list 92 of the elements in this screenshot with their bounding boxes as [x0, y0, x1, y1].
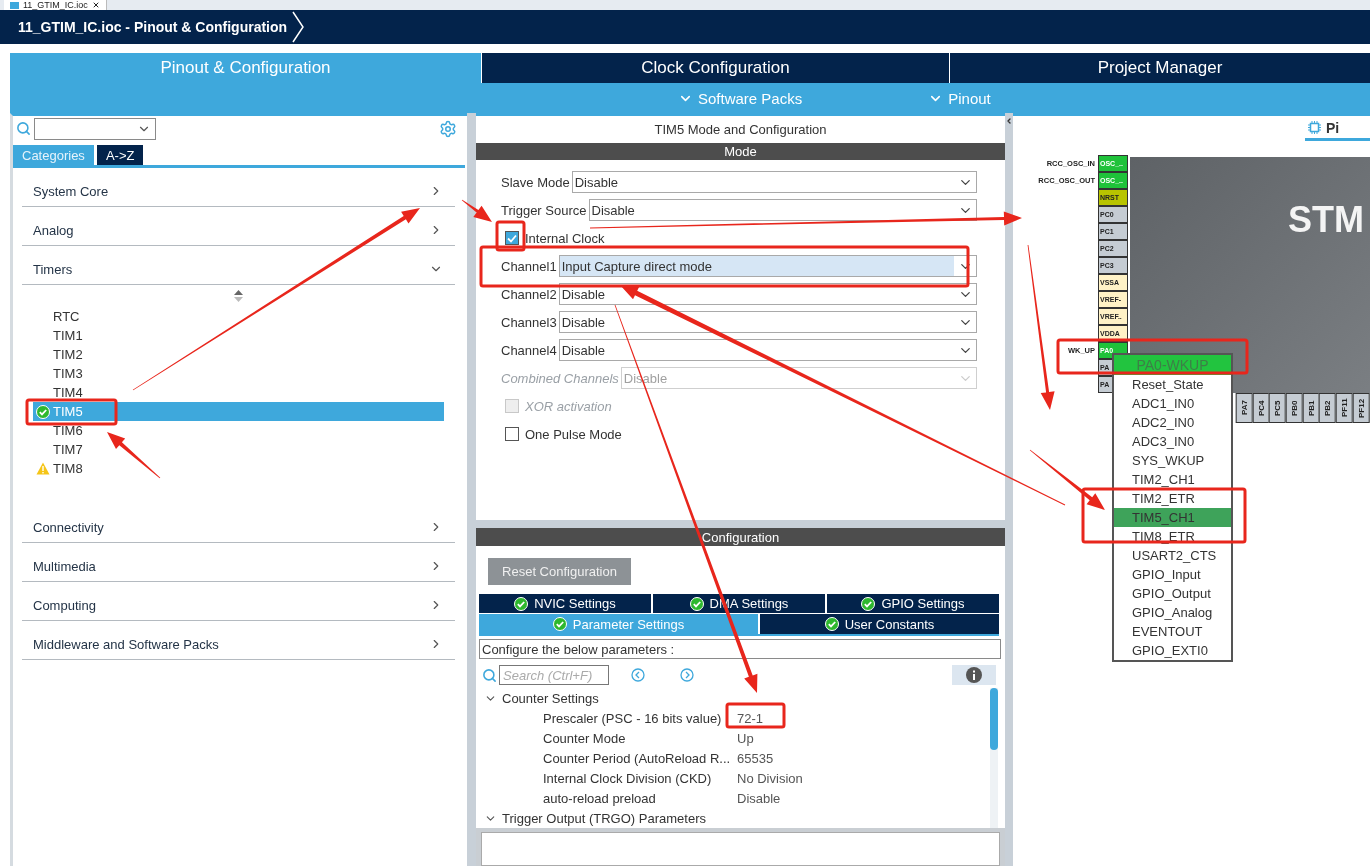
- settings-tab[interactable]: GPIO Settings: [827, 594, 999, 613]
- dropdown[interactable]: Disable: [588, 199, 977, 221]
- info-icon: [966, 667, 982, 683]
- pin[interactable]: PF12: [1352, 393, 1370, 423]
- pin[interactable]: PB0: [1286, 393, 1303, 423]
- warning-icon: [36, 462, 50, 475]
- parameter-name: Counter Mode: [543, 730, 627, 746]
- search-icon: [482, 667, 497, 683]
- check-circle-icon: [861, 596, 876, 611]
- check-circle-icon: [689, 596, 704, 611]
- settings-tab[interactable]: NVIC Settings: [479, 594, 651, 613]
- check-circle-icon: [552, 617, 567, 631]
- field-label: Channel2: [501, 286, 557, 302]
- menu-item[interactable]: TIM5_CH1: [1114, 508, 1231, 527]
- previous-icon[interactable]: [631, 668, 645, 682]
- checkbox[interactable]: [505, 427, 519, 441]
- field-label: Channel1: [501, 258, 557, 274]
- checkbox[interactable]: [505, 231, 519, 245]
- field-label: Slave Mode: [501, 174, 570, 190]
- check-circle-icon: [824, 617, 839, 631]
- parameter-name: auto-reload preload: [543, 790, 657, 806]
- dropdown[interactable]: Input Capture direct mode: [558, 255, 977, 277]
- close-icon[interactable]: [91, 1, 100, 9]
- chip-icon: [1308, 121, 1321, 134]
- parameter-name: Internal Clock Division (CKD): [543, 770, 713, 786]
- search-field[interactable]: Search (Ctrl+F): [499, 665, 609, 685]
- parameter-value[interactable]: No Division: [737, 770, 803, 786]
- tree-item[interactable]: TIM4: [33, 383, 444, 402]
- tree-item[interactable]: RTC: [33, 307, 444, 326]
- field-label: Combined Channels: [501, 370, 619, 386]
- parameter-value[interactable]: 72-1: [737, 710, 764, 726]
- settings-tab[interactable]: User Constants: [760, 614, 999, 634]
- section-header: Configuration: [476, 528, 1005, 546]
- category-tab[interactable]: A->Z: [96, 145, 144, 165]
- category-item[interactable]: Connectivity: [22, 504, 455, 543]
- next-icon[interactable]: [680, 668, 694, 682]
- annotation-arrow: [107, 432, 161, 479]
- pin[interactable]: PB2: [1319, 393, 1337, 423]
- pin[interactable]: PA7: [1236, 393, 1253, 423]
- tree-item[interactable]: TIM3: [33, 364, 444, 383]
- check-circle-icon: [514, 596, 529, 611]
- pin[interactable]: PF11: [1336, 393, 1353, 423]
- pin[interactable]: PC5: [1269, 393, 1287, 423]
- parameter-name: Prescaler (PSC - 16 bits value): [543, 710, 723, 726]
- parameter-value[interactable]: Disable: [737, 790, 781, 806]
- breadcrumb-item[interactable]: 11_GTIM_IC.ioc - Pinout & Configuration: [18, 19, 288, 35]
- checkbox-label: XOR activation: [525, 398, 612, 414]
- section-header: Mode: [476, 143, 1005, 160]
- annotation-arrow: [461, 199, 492, 222]
- check-circle-icon: [36, 404, 50, 419]
- chevron-icon: [291, 11, 306, 43]
- search-icon[interactable]: [16, 121, 31, 136]
- chip-label: STM: [1288, 199, 1364, 241]
- group-label: Counter Settings: [502, 690, 599, 706]
- checkbox-label: Internal Clock: [525, 230, 605, 246]
- parameter-value[interactable]: 65535: [737, 750, 774, 766]
- category-item[interactable]: Multimedia: [22, 543, 455, 582]
- highlight-rectangle: [725, 702, 786, 729]
- collapse-icon[interactable]: [1005, 117, 1013, 125]
- category-item[interactable]: System Core: [22, 168, 455, 207]
- tree-item[interactable]: TIM6: [33, 421, 444, 440]
- tree-item[interactable]: TIM7: [33, 440, 444, 459]
- parameter-name: Counter Period (AutoReload R...: [543, 750, 732, 766]
- settings-icon[interactable]: [439, 119, 457, 138]
- tree-item[interactable]: TIM8: [33, 459, 444, 478]
- panel-title: TIM5 Mode and Configuration: [653, 121, 828, 139]
- scrollbar[interactable]: [990, 688, 998, 828]
- pin[interactable]: PB1: [1302, 393, 1320, 423]
- field-label: Channel4: [501, 342, 557, 358]
- dropdown[interactable]: Disable: [571, 171, 977, 193]
- category-item[interactable]: Middleware and Software Packs: [22, 621, 455, 660]
- dropdown[interactable]: Disable: [558, 339, 977, 361]
- tree-item[interactable]: TIM1: [33, 326, 444, 345]
- tree-item[interactable]: TIM2: [33, 345, 444, 364]
- file-icon: [10, 1, 19, 9]
- dropdown[interactable]: Disable: [558, 311, 977, 333]
- search-combo-box[interactable]: [34, 117, 156, 140]
- main-tab[interactable]: Project Manager: [950, 53, 1370, 83]
- parameter-value[interactable]: Up: [737, 730, 754, 746]
- main-tab[interactable]: Clock Configuration: [482, 53, 949, 83]
- category-item[interactable]: Computing: [22, 582, 455, 621]
- check-icon: [507, 233, 517, 243]
- pin[interactable]: PC4: [1252, 393, 1270, 423]
- field-label: Trigger Source: [501, 202, 587, 218]
- group-label: Trigger Output (TRGO) Parameters: [502, 810, 706, 826]
- sort-icon[interactable]: [234, 290, 243, 302]
- info-button[interactable]: [952, 665, 996, 685]
- description-text: Configure the below parameters :: [479, 639, 1001, 659]
- checkbox-label: One Pulse Mode: [525, 426, 622, 442]
- field-label: Channel3: [501, 314, 557, 330]
- menu-title: PA0-WKUP: [1114, 355, 1231, 375]
- pinout-view-tab[interactable]: Pi: [1305, 117, 1370, 141]
